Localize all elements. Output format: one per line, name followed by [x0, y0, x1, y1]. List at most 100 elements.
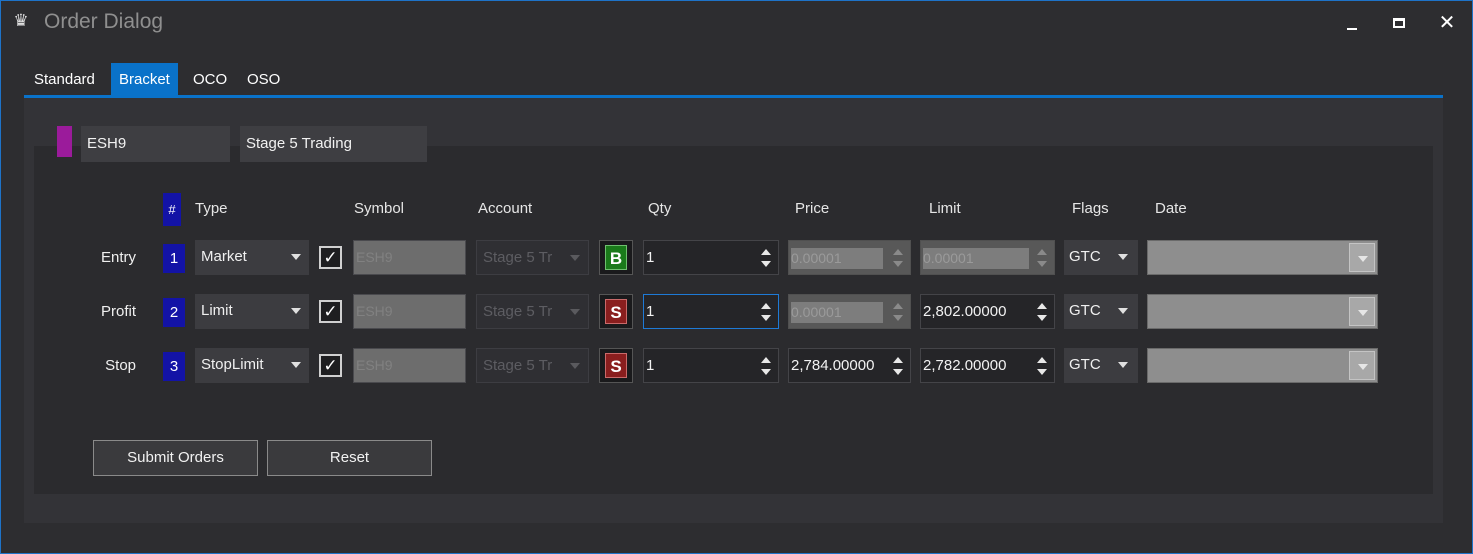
- checkmark-icon: ✓: [323, 356, 338, 375]
- platform-logo-icon: ♛: [13, 11, 29, 30]
- limit-stepper[interactable]: 2,802.00000: [920, 294, 1055, 329]
- column-header-symbol: Symbol: [354, 200, 405, 217]
- header-account[interactable]: Stage 5 Trading: [240, 126, 427, 162]
- stepper-down-icon[interactable]: [761, 315, 771, 321]
- maximize-icon: [1393, 18, 1405, 28]
- stepper-up-icon[interactable]: [893, 357, 903, 363]
- stepper-down-icon[interactable]: [761, 369, 771, 375]
- tab-standard[interactable]: Standard: [26, 63, 103, 97]
- date-picker[interactable]: [1147, 294, 1378, 329]
- chevron-down-icon: [1118, 362, 1128, 368]
- close-button[interactable]: ✕: [1425, 7, 1469, 39]
- row-number: 2: [163, 298, 185, 327]
- order-type-value: Limit: [201, 302, 233, 319]
- qty-value: 1: [646, 357, 655, 374]
- stepper-up-icon[interactable]: [761, 249, 771, 255]
- stepper-up-icon[interactable]: [1037, 357, 1047, 363]
- flags-value: GTC: [1069, 356, 1101, 373]
- limit-value: 2,782.00000: [923, 357, 1007, 374]
- symbol-field: ESH9: [353, 294, 466, 329]
- order-type-value: StopLimit: [201, 356, 264, 373]
- side-toggle-button[interactable]: S: [599, 348, 633, 383]
- tab-bracket[interactable]: Bracket: [111, 63, 178, 97]
- limit-stepper[interactable]: 2,782.00000: [920, 348, 1055, 383]
- flags-select[interactable]: GTC: [1064, 294, 1138, 329]
- flags-select[interactable]: GTC: [1064, 348, 1138, 383]
- tab-oso[interactable]: OSO: [239, 63, 288, 97]
- chevron-down-icon: [570, 309, 580, 315]
- row-number: 3: [163, 352, 185, 381]
- checkmark-icon: ✓: [323, 248, 338, 267]
- row-enabled-checkbox[interactable]: ✓: [319, 354, 342, 377]
- row-enabled-checkbox[interactable]: ✓: [319, 246, 342, 269]
- stepper-up-icon: [893, 303, 903, 309]
- account-select: Stage 5 Tr: [476, 348, 589, 383]
- row-enabled-checkbox[interactable]: ✓: [319, 300, 342, 323]
- stepper-down-icon[interactable]: [1037, 315, 1047, 321]
- qty-stepper[interactable]: 1: [643, 348, 779, 383]
- stepper-down-icon: [893, 261, 903, 267]
- date-dropdown-button[interactable]: [1349, 351, 1375, 380]
- column-header-flags: Flags: [1072, 200, 1109, 217]
- side-toggle-button[interactable]: B: [599, 240, 633, 275]
- account-value: Stage 5 Tr: [483, 303, 553, 320]
- stepper-up-icon[interactable]: [761, 303, 771, 309]
- stepper-up-icon: [1037, 249, 1047, 255]
- symbol-field: ESH9: [353, 240, 466, 275]
- tab-oco[interactable]: OCO: [185, 63, 235, 97]
- price-stepper: 0.00001: [788, 294, 911, 329]
- price-value: 0.00001: [791, 302, 883, 323]
- close-icon: ✕: [1438, 12, 1456, 34]
- order-type-select[interactable]: StopLimit: [195, 348, 309, 383]
- order-type-value: Market: [201, 248, 247, 265]
- date-picker[interactable]: [1147, 240, 1378, 275]
- stepper-up-icon: [893, 249, 903, 255]
- header-symbol[interactable]: ESH9: [81, 126, 230, 162]
- stepper-down-icon[interactable]: [761, 261, 771, 267]
- account-select: Stage 5 Tr: [476, 294, 589, 329]
- qty-value: 1: [646, 303, 655, 320]
- date-dropdown-button[interactable]: [1349, 297, 1375, 326]
- price-value: 0.00001: [791, 248, 883, 269]
- chevron-down-icon: [1118, 308, 1128, 314]
- account-value: Stage 5 Tr: [483, 357, 553, 374]
- stepper-down-icon[interactable]: [1037, 369, 1047, 375]
- chevron-down-icon: [291, 362, 301, 368]
- side-label: S: [605, 299, 627, 324]
- symbol-color-swatch: [57, 126, 72, 157]
- column-header-type: Type: [195, 200, 228, 217]
- minimize-button[interactable]: [1334, 7, 1378, 39]
- flags-select[interactable]: GTC: [1064, 240, 1138, 275]
- date-dropdown-button[interactable]: [1349, 243, 1375, 272]
- checkmark-icon: ✓: [323, 302, 338, 321]
- chevron-down-icon: [1358, 256, 1368, 262]
- reset-button[interactable]: Reset: [267, 440, 432, 476]
- row-label-entry: Entry: [100, 249, 136, 266]
- stepper-up-icon[interactable]: [1037, 303, 1047, 309]
- order-type-select[interactable]: Market: [195, 240, 309, 275]
- limit-stepper: 0.00001: [920, 240, 1055, 275]
- title-bar[interactable]: ♛ Order Dialog ✕: [1, 1, 1472, 45]
- order-type-select[interactable]: Limit: [195, 294, 309, 329]
- flags-value: GTC: [1069, 302, 1101, 319]
- price-stepper[interactable]: 2,784.00000: [788, 348, 911, 383]
- maximize-button[interactable]: [1381, 7, 1425, 39]
- chevron-down-icon: [1358, 364, 1368, 370]
- column-header-account: Account: [478, 200, 533, 217]
- account-select: Stage 5 Tr: [476, 240, 589, 275]
- flags-value: GTC: [1069, 248, 1101, 265]
- price-value: 2,784.00000: [791, 357, 875, 374]
- date-picker[interactable]: [1147, 348, 1378, 383]
- qty-stepper[interactable]: 1: [643, 294, 779, 329]
- price-stepper: 0.00001: [788, 240, 911, 275]
- stepper-down-icon: [1037, 261, 1047, 267]
- stepper-down-icon[interactable]: [893, 369, 903, 375]
- symbol-field: ESH9: [353, 348, 466, 383]
- side-label: B: [605, 245, 627, 270]
- limit-value: 0.00001: [923, 248, 1029, 269]
- stepper-up-icon[interactable]: [761, 357, 771, 363]
- column-header-date: Date: [1155, 200, 1187, 217]
- qty-stepper[interactable]: 1: [643, 240, 779, 275]
- submit-orders-button[interactable]: Submit Orders: [93, 440, 258, 476]
- side-toggle-button[interactable]: S: [599, 294, 633, 329]
